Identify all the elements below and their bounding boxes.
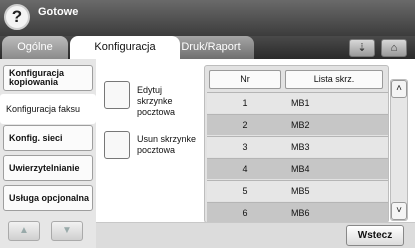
sidebar: Konfiguracja kopiowania Konfiguracja fak… [0, 59, 96, 248]
tab-ogolne[interactable]: Ogólne [2, 36, 68, 59]
table-row[interactable]: 5 MB5 [207, 180, 388, 201]
sidebar-item-uwierzytelnianie[interactable]: Uwierzytelnianie [3, 155, 93, 181]
cell-name: MB2 [291, 120, 310, 130]
cell-name: MB1 [291, 98, 310, 108]
mailbox-table: Nr Lista skrz. 1 MB1 2 MB2 3 MB3 4 MB4 5… [204, 65, 389, 223]
sidebar-item-siec[interactable]: Konfig. sieci [3, 125, 93, 151]
chevron-up-icon: ˄ [396, 83, 402, 94]
table-scrollbar[interactable]: ˄ ˅ [390, 79, 408, 221]
cell-nr: 4 [242, 164, 248, 174]
cell-nr: 6 [242, 208, 248, 218]
cell-nr: 2 [242, 120, 248, 130]
sidebar-item-faks[interactable]: Konfiguracja faksu [0, 94, 96, 124]
cell-name: MB5 [291, 186, 310, 196]
cell-name: MB3 [291, 142, 310, 152]
delete-mailbox-button[interactable] [104, 131, 130, 159]
home-icon: ⌂ [390, 42, 398, 54]
sidebar-up-button[interactable]: ▲ [8, 221, 40, 241]
scroll-down-button[interactable]: ˅ [391, 202, 407, 220]
title-bar: ? Gotowe [0, 0, 415, 36]
scroll-up-button[interactable]: ˄ [391, 80, 407, 98]
help-button[interactable]: ? [4, 4, 30, 30]
home-button[interactable]: ⌂ [381, 39, 407, 57]
table-row[interactable]: 3 MB3 [207, 136, 388, 157]
column-header-lista[interactable]: Lista skrz. [285, 70, 383, 89]
delete-mailbox-label: Usun skrzynke pocztowa [137, 134, 197, 155]
column-header-nr[interactable]: Nr [209, 70, 281, 89]
edit-mailbox-label: Edytuj skrzynke pocztowa [137, 85, 176, 117]
sidebar-item-usluga-opcjonalna[interactable]: Usługa opcjonalna [3, 185, 93, 211]
sidebar-item-label: Konfiguracja kopiowania [9, 68, 65, 87]
tab-druk-raport[interactable]: Druk/Raport [168, 36, 254, 59]
edit-mailbox-button[interactable] [104, 81, 130, 109]
table-row[interactable]: 6 MB6 [207, 202, 388, 222]
sidebar-down-button[interactable]: ▼ [51, 221, 83, 241]
table-row[interactable]: 4 MB4 [207, 158, 388, 179]
tab-strip: Ogólne Druk/Raport Konfiguracja ⇣ ⌂ [0, 36, 415, 59]
cell-nr: 3 [242, 142, 248, 152]
sidebar-item-label: Konfiguracja faksu [6, 103, 81, 114]
table-row[interactable]: 1 MB1 [207, 92, 388, 113]
cell-name: MB4 [291, 164, 310, 174]
bottom-bar: Wstecz [96, 222, 415, 248]
back-button[interactable]: Wstecz [346, 225, 404, 246]
up-arrow-icon: ▲ [19, 225, 29, 236]
sidebar-item-label: Uwierzytelnianie [9, 162, 80, 173]
status-title: Gotowe [38, 6, 79, 18]
chevron-down-icon: ˅ [396, 205, 402, 216]
main-content: Konfiguracja kopiowania Konfiguracja fak… [0, 59, 415, 248]
cell-name: MB6 [291, 208, 310, 218]
table-row[interactable]: 2 MB2 [207, 114, 388, 135]
down-arrow-icon: ▼ [62, 225, 72, 236]
tab-konfiguracja[interactable]: Konfiguracja [70, 36, 180, 59]
cell-nr: 5 [242, 186, 248, 196]
sidebar-item-label: Usługa opcjonalna [9, 192, 90, 203]
cell-nr: 1 [242, 98, 248, 108]
inbox-button[interactable]: ⇣ [349, 39, 375, 57]
inbox-icon: ⇣ [357, 42, 367, 54]
sidebar-item-kopiowanie[interactable]: Konfiguracja kopiowania [3, 65, 93, 91]
sidebar-item-label: Konfig. sieci [9, 132, 63, 143]
